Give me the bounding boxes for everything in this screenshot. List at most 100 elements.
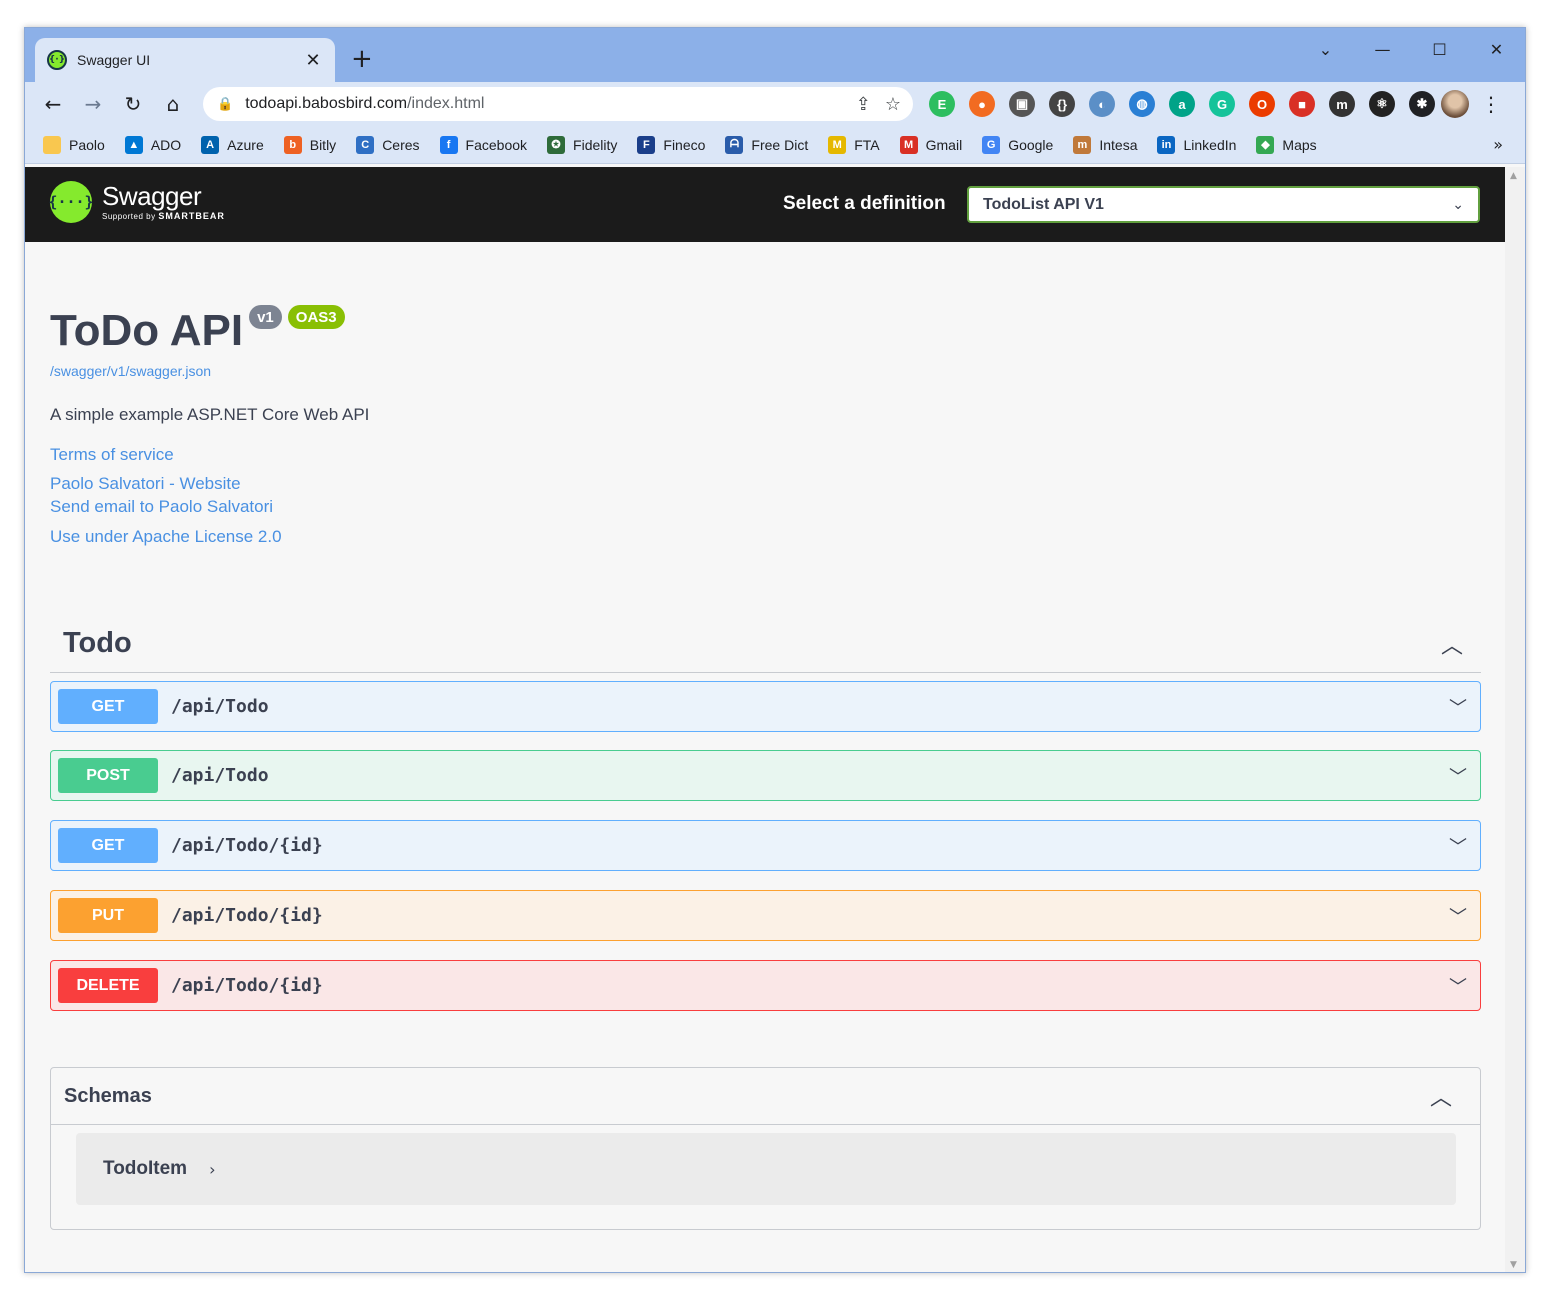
bookmark-fineco[interactable]: F Fineco bbox=[637, 135, 706, 154]
new-tab-button[interactable]: + bbox=[351, 46, 373, 72]
globe-ext-icon[interactable]: ◍ bbox=[1129, 91, 1155, 117]
tab-search-icon[interactable]: ⌄ bbox=[1297, 34, 1354, 64]
lock-icon[interactable]: 🔒 bbox=[217, 97, 233, 112]
operation-path: /api/Todo/{id} bbox=[171, 975, 323, 996]
bookmark-ceres[interactable]: C Ceres bbox=[356, 135, 420, 154]
title-bar: {·} Swagger UI ✕ + ⌄ — ☐ ✕ bbox=[25, 28, 1525, 82]
bookmark-fidelity[interactable]: ✪ Fidelity bbox=[547, 135, 617, 154]
a-ext-icon[interactable]: a bbox=[1169, 91, 1195, 117]
operation-get-todo-id[interactable]: GET /api/Todo/{id} ﹀ bbox=[50, 820, 1481, 871]
freedict-icon: ᗩ bbox=[725, 135, 744, 154]
puzzle-icon[interactable]: ✱ bbox=[1409, 91, 1435, 117]
model-name: TodoItem bbox=[103, 1158, 188, 1179]
bookmark-free-dict[interactable]: ᗩ Free Dict bbox=[725, 135, 809, 154]
bookmark-azure[interactable]: A Azure bbox=[201, 135, 264, 154]
orange-ext-icon[interactable]: ● bbox=[969, 91, 995, 117]
maximize-button[interactable]: ☐ bbox=[1411, 34, 1468, 64]
minimize-button[interactable]: — bbox=[1354, 34, 1411, 64]
chevron-down-icon[interactable]: ﹀ bbox=[1443, 973, 1473, 999]
url-path: /index.html bbox=[407, 95, 485, 112]
google-icon: G bbox=[982, 135, 1001, 154]
profile-avatar[interactable] bbox=[1441, 90, 1469, 118]
ceres-icon: C bbox=[356, 135, 375, 154]
schemas-header[interactable]: Schemas ︿ bbox=[51, 1068, 1480, 1125]
scroll-down-arrow-icon[interactable]: ▼ bbox=[1510, 1260, 1517, 1270]
bookmark-maps[interactable]: ◆ Maps bbox=[1256, 135, 1317, 154]
page-scrollbar[interactable]: ▲ ▼ bbox=[1505, 167, 1525, 1272]
api-title: ToDo API bbox=[50, 306, 244, 355]
share-icon[interactable]: ⇪ bbox=[856, 94, 871, 115]
tag-name: Todo bbox=[63, 627, 132, 659]
contact-website-link[interactable]: Paolo Salvatori - Website bbox=[50, 474, 241, 494]
react-ext-icon[interactable]: ⚛ bbox=[1369, 91, 1395, 117]
schema-model-todoitem[interactable]: TodoItem › bbox=[76, 1133, 1456, 1205]
close-window-button[interactable]: ✕ bbox=[1468, 34, 1525, 64]
chevron-down-icon[interactable]: ﹀ bbox=[1443, 833, 1473, 859]
operation-put-todo-id[interactable]: PUT /api/Todo/{id} ﹀ bbox=[50, 890, 1481, 941]
bookmark-google[interactable]: G Google bbox=[982, 135, 1053, 154]
chevron-down-icon[interactable]: ﹀ bbox=[1443, 903, 1473, 929]
ado-icon: ▲ bbox=[124, 135, 143, 154]
bookmark-label: Free Dict bbox=[751, 136, 809, 153]
home-button[interactable]: ⌂ bbox=[153, 86, 193, 122]
folder-icon bbox=[43, 135, 61, 154]
bookmark-label: LinkedIn bbox=[1183, 136, 1237, 153]
spec-url-link[interactable]: /swagger/v1/swagger.json bbox=[50, 363, 211, 379]
bookmark-bitly[interactable]: b Bitly bbox=[283, 135, 337, 154]
contact-email-link[interactable]: Send email to Paolo Salvatori bbox=[50, 497, 273, 517]
swagger-favicon-icon: {·} bbox=[47, 50, 67, 70]
swagger-logo-name: Swagger bbox=[102, 181, 202, 211]
method-badge: GET bbox=[58, 689, 158, 724]
bookmark-paolo[interactable]: Paolo bbox=[43, 135, 105, 154]
bookmark-fta[interactable]: M FTA bbox=[828, 135, 880, 154]
forward-button[interactable]: → bbox=[73, 86, 113, 122]
reload-button[interactable]: ↻ bbox=[113, 86, 153, 122]
select-definition-label: Select a definition bbox=[783, 193, 946, 214]
scroll-up-arrow-icon[interactable]: ▲ bbox=[1510, 171, 1517, 181]
bookmark-label: Bitly bbox=[309, 136, 337, 153]
office-icon[interactable]: O bbox=[1249, 91, 1275, 117]
address-bar[interactable]: 🔒 todoapi.babosbird.com /index.html ⇪ ☆ bbox=[203, 87, 913, 121]
back-button[interactable]: ← bbox=[33, 86, 73, 122]
chevron-down-icon[interactable]: ﹀ bbox=[1443, 763, 1473, 789]
chevron-down-icon[interactable]: ﹀ bbox=[1443, 694, 1473, 720]
bookmarks-bar: Paolo ▲ ADO A Azure b Bitly C Ceres f Facebook ✪ Fid… bbox=[25, 126, 1525, 164]
chevron-down-icon: ⌄ bbox=[1452, 196, 1464, 213]
browser-menu-icon[interactable]: ⋮ bbox=[1481, 92, 1501, 116]
bookmark-facebook[interactable]: f Facebook bbox=[439, 135, 527, 154]
operation-post-todo[interactable]: POST /api/Todo ﹀ bbox=[50, 750, 1481, 801]
fineco-icon: F bbox=[637, 135, 656, 154]
bookmark-star-icon[interactable]: ☆ bbox=[885, 94, 901, 115]
tag-section-header[interactable]: Todo ︿ bbox=[50, 615, 1481, 673]
omnibox-actions: ⇪ ☆ bbox=[856, 94, 901, 115]
m-ext-icon[interactable]: m bbox=[1329, 91, 1355, 117]
tab-close-icon[interactable]: ✕ bbox=[303, 50, 323, 71]
grey-ext-icon[interactable]: ▣ bbox=[1009, 91, 1035, 117]
red-ext-icon[interactable]: ■ bbox=[1289, 91, 1315, 117]
grammarly-icon[interactable]: G bbox=[1209, 91, 1235, 117]
logo-sub-prefix: Supported by bbox=[102, 212, 156, 221]
edge-ext-icon[interactable]: ◐ bbox=[1089, 91, 1115, 117]
evernote-icon[interactable]: E bbox=[929, 91, 955, 117]
bookmark-intesa[interactable]: m Intesa bbox=[1073, 135, 1137, 154]
bookmark-gmail[interactable]: M Gmail bbox=[899, 135, 962, 154]
fta-icon: M bbox=[828, 135, 847, 154]
license-link[interactable]: Use under Apache License 2.0 bbox=[50, 527, 282, 547]
bookmark-linkedin[interactable]: in LinkedIn bbox=[1157, 135, 1237, 154]
operation-delete-todo-id[interactable]: DELETE /api/Todo/{id} ﹀ bbox=[50, 960, 1481, 1011]
swagger-ext-icon[interactable]: {} bbox=[1049, 91, 1075, 117]
chevron-up-icon[interactable]: ︿ bbox=[1430, 1080, 1480, 1112]
operation-path: /api/Todo bbox=[171, 696, 269, 717]
bookmark-label: Fineco bbox=[663, 136, 706, 153]
bookmark-ado[interactable]: ▲ ADO bbox=[124, 135, 181, 154]
bookmarks-more-icon[interactable]: » bbox=[1493, 135, 1503, 154]
swagger-logo[interactable]: {···} Swagger Supported by SMARTBEAR bbox=[48, 181, 225, 223]
version-badge: v1 bbox=[249, 305, 282, 329]
api-title-row: ToDo API v1 OAS3 bbox=[50, 305, 345, 357]
definition-select[interactable]: TodoList API V1 ⌄ bbox=[967, 186, 1480, 223]
terms-of-service-link[interactable]: Terms of service bbox=[50, 445, 174, 465]
chevron-right-icon[interactable]: › bbox=[209, 1160, 215, 1179]
operation-get-todo[interactable]: GET /api/Todo ﹀ bbox=[50, 681, 1481, 732]
browser-tab[interactable]: {·} Swagger UI ✕ bbox=[35, 38, 335, 82]
chevron-up-icon[interactable]: ︿ bbox=[1441, 628, 1481, 660]
